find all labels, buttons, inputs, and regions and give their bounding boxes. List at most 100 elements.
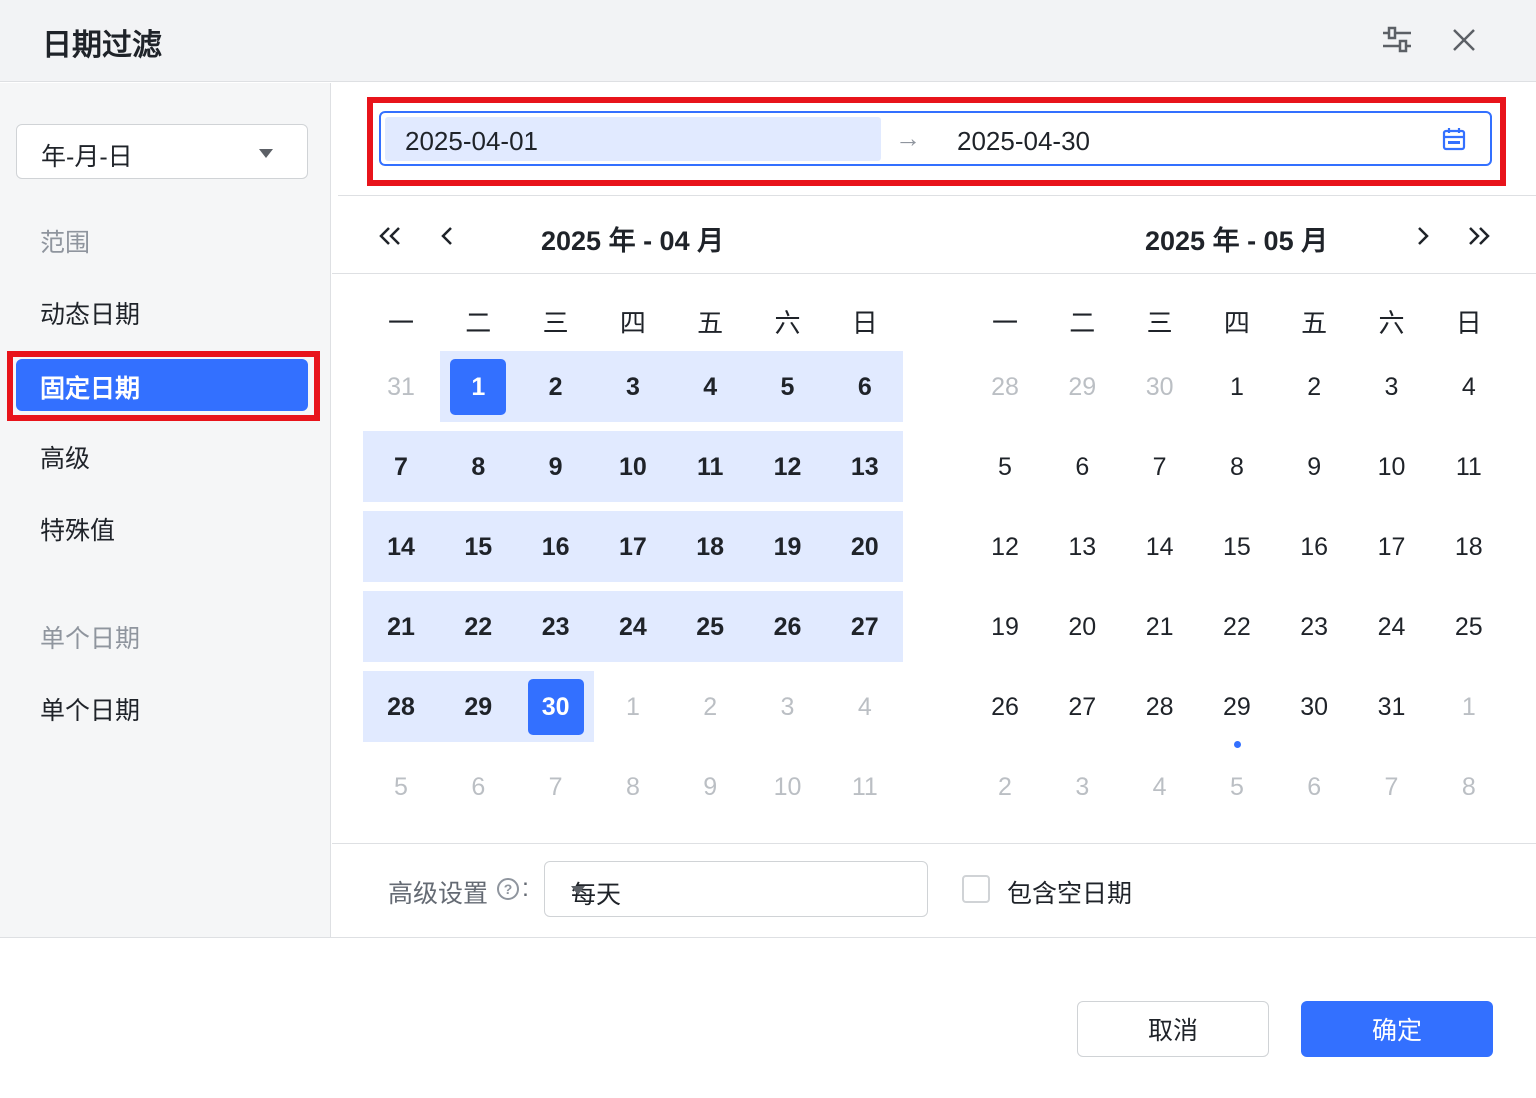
- calendar-icon[interactable]: [1442, 127, 1466, 151]
- calendar-day[interactable]: 28: [1132, 679, 1188, 735]
- calendar-day[interactable]: 21: [1132, 599, 1188, 655]
- calendar-day[interactable]: 28: [977, 359, 1033, 415]
- close-icon[interactable]: [1446, 22, 1482, 58]
- calendar-day[interactable]: 22: [1209, 599, 1265, 655]
- calendar-day[interactable]: 6: [450, 759, 506, 815]
- calendar-day[interactable]: 4: [1132, 759, 1188, 815]
- date-range-input[interactable]: 2025-04-01 → 2025-04-30: [379, 111, 1492, 166]
- cancel-button[interactable]: 取消: [1077, 1001, 1269, 1057]
- calendar-day[interactable]: 6: [1054, 439, 1110, 495]
- calendar-day[interactable]: 31: [373, 359, 429, 415]
- next-month-icon[interactable]: [1406, 218, 1440, 254]
- calendar-day[interactable]: 3: [760, 679, 816, 735]
- calendar-day[interactable]: 8: [1209, 439, 1265, 495]
- calendar-day[interactable]: 29: [1209, 679, 1265, 735]
- help-icon[interactable]: ?: [497, 878, 519, 900]
- calendar-day[interactable]: 2: [1286, 359, 1342, 415]
- calendar-day[interactable]: 3: [1364, 359, 1420, 415]
- calendar-day[interactable]: 3: [1054, 759, 1110, 815]
- sliders-icon[interactable]: [1379, 22, 1415, 58]
- sidebar-item-fixed-date[interactable]: 固定日期: [16, 359, 308, 411]
- calendar-day[interactable]: 10: [1364, 439, 1420, 495]
- calendar-day[interactable]: 12: [977, 519, 1033, 575]
- calendar-day[interactable]: 20: [837, 519, 893, 575]
- calendar-day[interactable]: 9: [528, 439, 584, 495]
- calendar-day[interactable]: 9: [1286, 439, 1342, 495]
- calendar-day[interactable]: 31: [1364, 679, 1420, 735]
- calendar-day[interactable]: 14: [373, 519, 429, 575]
- calendar-day[interactable]: 3: [605, 359, 661, 415]
- calendar-day[interactable]: 1: [450, 359, 507, 415]
- calendar-day[interactable]: 27: [837, 599, 893, 655]
- calendar-day[interactable]: 5: [760, 359, 816, 415]
- calendar-day[interactable]: 6: [1286, 759, 1342, 815]
- prev-month-icon[interactable]: [430, 218, 464, 254]
- calendar-day[interactable]: 17: [605, 519, 661, 575]
- calendar-day[interactable]: 24: [605, 599, 661, 655]
- calendar-day[interactable]: 19: [977, 599, 1033, 655]
- calendar-day[interactable]: 13: [1054, 519, 1110, 575]
- calendar-day[interactable]: 7: [1364, 759, 1420, 815]
- calendar-day[interactable]: 11: [682, 439, 738, 495]
- calendar-day[interactable]: 18: [682, 519, 738, 575]
- calendar-day[interactable]: 26: [977, 679, 1033, 735]
- confirm-button[interactable]: 确定: [1301, 1001, 1493, 1057]
- calendar-day[interactable]: 29: [450, 679, 506, 735]
- calendar-day[interactable]: 6: [837, 359, 893, 415]
- calendar-day[interactable]: 2: [977, 759, 1033, 815]
- calendar-day[interactable]: 30: [527, 679, 584, 735]
- date-format-select[interactable]: 年-月-日: [16, 124, 308, 179]
- calendar-day[interactable]: 9: [682, 759, 738, 815]
- calendar-day[interactable]: 2: [528, 359, 584, 415]
- calendar-day[interactable]: 30: [1132, 359, 1188, 415]
- calendar-day[interactable]: 8: [605, 759, 661, 815]
- calendar-day[interactable]: 17: [1364, 519, 1420, 575]
- calendar-day[interactable]: 8: [450, 439, 506, 495]
- calendar-day[interactable]: 22: [450, 599, 506, 655]
- calendar-day[interactable]: 20: [1054, 599, 1110, 655]
- calendar-day[interactable]: 21: [373, 599, 429, 655]
- calendar-day[interactable]: 24: [1364, 599, 1420, 655]
- range-end-field[interactable]: 2025-04-30: [941, 117, 1421, 161]
- calendar-day[interactable]: 15: [1209, 519, 1265, 575]
- calendar-day[interactable]: 13: [837, 439, 893, 495]
- calendar-day[interactable]: 16: [528, 519, 584, 575]
- calendar-day[interactable]: 25: [1441, 599, 1497, 655]
- calendar-day[interactable]: 23: [1286, 599, 1342, 655]
- calendar-day[interactable]: 4: [837, 679, 893, 735]
- calendar-day[interactable]: 15: [450, 519, 506, 575]
- range-start-field[interactable]: 2025-04-01: [385, 117, 881, 161]
- calendar-day[interactable]: 1: [1441, 679, 1497, 735]
- calendar-day[interactable]: 14: [1132, 519, 1188, 575]
- sidebar-item-dynamic-date[interactable]: 动态日期: [40, 295, 140, 331]
- calendar-day[interactable]: 5: [977, 439, 1033, 495]
- calendar-day[interactable]: 4: [682, 359, 738, 415]
- calendar-day[interactable]: 16: [1286, 519, 1342, 575]
- frequency-select[interactable]: 每天: [544, 861, 928, 917]
- calendar-day[interactable]: 29: [1054, 359, 1110, 415]
- calendar-day[interactable]: 1: [605, 679, 661, 735]
- sidebar-item-single-date[interactable]: 单个日期: [40, 691, 140, 727]
- calendar-day[interactable]: 27: [1054, 679, 1110, 735]
- calendar-day[interactable]: 23: [528, 599, 584, 655]
- calendar-day[interactable]: 5: [1209, 759, 1265, 815]
- prev-year-icon[interactable]: [373, 218, 407, 254]
- calendar-day[interactable]: 5: [373, 759, 429, 815]
- include-empty-checkbox[interactable]: [962, 875, 990, 903]
- calendar-day[interactable]: 11: [1441, 439, 1497, 495]
- calendar-day[interactable]: 19: [760, 519, 816, 575]
- calendar-day[interactable]: 7: [1132, 439, 1188, 495]
- calendar-day[interactable]: 11: [837, 759, 893, 815]
- calendar-day[interactable]: 12: [760, 439, 816, 495]
- calendar-day[interactable]: 30: [1286, 679, 1342, 735]
- calendar-day[interactable]: 8: [1441, 759, 1497, 815]
- calendar-day[interactable]: 2: [682, 679, 738, 735]
- calendar-day[interactable]: 25: [682, 599, 738, 655]
- sidebar-item-special-value[interactable]: 特殊值: [40, 511, 115, 547]
- include-empty-label[interactable]: 包含空日期: [1007, 874, 1132, 910]
- next-year-icon[interactable]: [1462, 218, 1496, 254]
- calendar-day[interactable]: 26: [760, 599, 816, 655]
- calendar-day[interactable]: 28: [373, 679, 429, 735]
- calendar-day[interactable]: 1: [1209, 359, 1265, 415]
- calendar-day[interactable]: 4: [1441, 359, 1497, 415]
